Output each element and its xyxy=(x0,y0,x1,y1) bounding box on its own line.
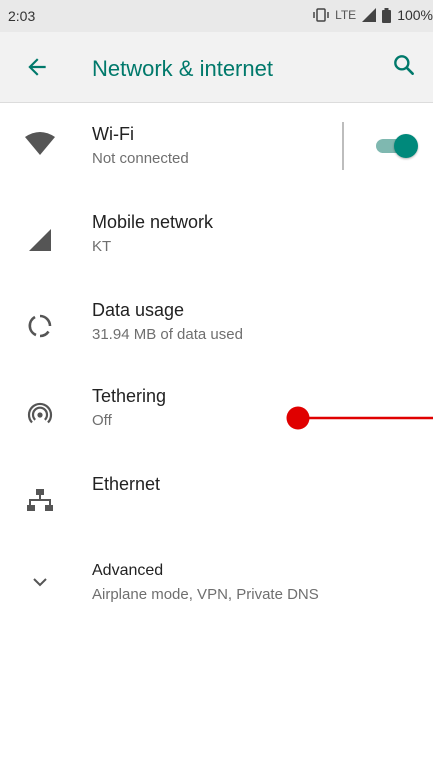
chevron-down-icon xyxy=(24,566,56,598)
ethernet-label: Ethernet xyxy=(92,474,161,494)
search-icon[interactable] xyxy=(391,52,417,78)
tethering-icon xyxy=(24,398,56,430)
divider xyxy=(342,122,344,170)
data-usage-setting[interactable]: Data usage 31.94 MB of data used xyxy=(0,284,433,370)
network-type: LTE xyxy=(335,8,357,22)
app-bar: Network & internet xyxy=(0,32,433,103)
cell-signal-icon xyxy=(24,224,56,256)
ethernet-icon xyxy=(24,484,56,516)
data-usage-icon xyxy=(24,310,56,342)
status-bar: 2:03 LTE 100% xyxy=(0,0,433,32)
arrow-back-icon[interactable] xyxy=(24,54,50,80)
mobile-network-label: Mobile network xyxy=(92,212,214,232)
vibrate-icon xyxy=(313,8,329,22)
mobile-network-setting[interactable]: Mobile network KT xyxy=(0,194,433,280)
tethering-label: Tethering xyxy=(92,386,167,406)
mobile-network-carrier: KT xyxy=(92,238,112,255)
wifi-setting[interactable]: Wi-Fi Not connected xyxy=(0,106,433,192)
battery-icon xyxy=(382,7,392,23)
advanced-setting[interactable]: Advanced Airplane mode, VPN, Private DNS xyxy=(0,548,433,634)
wifi-toggle[interactable] xyxy=(376,134,418,158)
signal-icon xyxy=(362,8,377,22)
touch-pointer-indicator xyxy=(286,406,433,430)
tethering-status: Off xyxy=(92,412,112,429)
wifi-label: Wi-Fi xyxy=(92,124,134,144)
battery-percent: 100% xyxy=(397,7,433,23)
data-usage-amount: 31.94 MB of data used xyxy=(92,326,243,343)
wifi-status: Not connected xyxy=(92,150,189,167)
status-time: 2:03 xyxy=(8,8,36,24)
ethernet-setting[interactable]: Ethernet xyxy=(0,460,433,546)
data-usage-label: Data usage xyxy=(92,300,185,320)
page-title: Network & internet xyxy=(92,56,273,81)
wifi-icon xyxy=(24,128,56,160)
advanced-label: Advanced xyxy=(92,562,164,579)
advanced-summary: Airplane mode, VPN, Private DNS xyxy=(92,586,319,603)
status-icons: LTE 100% xyxy=(313,7,433,23)
toggle-thumb xyxy=(394,134,418,158)
